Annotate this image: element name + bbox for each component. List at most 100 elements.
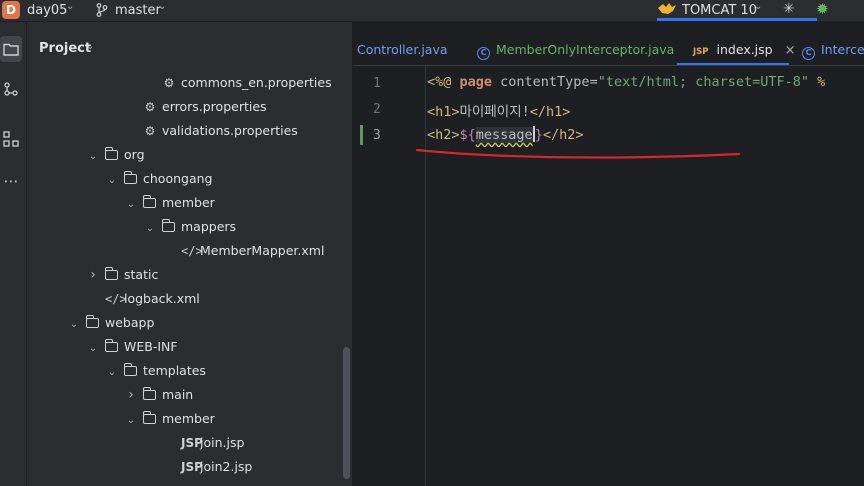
tab-label: Controller.java xyxy=(357,42,448,57)
jsp-file-icon: JSP xyxy=(693,47,709,57)
chevron-down-icon[interactable]: ⌄ xyxy=(106,361,118,385)
folder-icon xyxy=(85,315,99,328)
tab-close-icon[interactable]: × xyxy=(785,43,796,58)
tree-item[interactable]: ⌄ WEB-INF xyxy=(87,335,178,359)
tree-item[interactable]: ⌄ mappers xyxy=(144,215,236,239)
folder-icon xyxy=(142,195,156,208)
project-name[interactable]: day05 xyxy=(27,3,67,18)
folder-icon xyxy=(123,171,137,184)
chevron-right-icon[interactable]: › xyxy=(87,263,99,287)
properties-gear-icon: ⚙ xyxy=(144,124,156,138)
debug-bug-icon[interactable]: ✹ xyxy=(816,0,829,18)
tree-item[interactable]: › static xyxy=(87,263,158,287)
tree-item-label: main xyxy=(162,387,194,402)
chevron-right-icon[interactable]: › xyxy=(125,383,137,407)
project-chevron-down-icon[interactable]: ⌄ xyxy=(66,1,74,12)
java-class-icon: C xyxy=(477,47,490,60)
chevron-down-icon[interactable]: ⌄ xyxy=(87,145,99,169)
tree-item-label: commons_en.properties xyxy=(181,75,332,90)
jsp-file-icon: JSP xyxy=(181,436,203,450)
chevron-down-icon[interactable]: ⌄ xyxy=(68,313,80,337)
tab-interceptor[interactable]: C Intercep xyxy=(802,22,864,66)
tree-item[interactable]: ⚙ validations.properties xyxy=(125,119,298,143)
project-badge[interactable]: D xyxy=(2,1,20,19)
tool-window-strip: ⋯ xyxy=(0,22,27,486)
tree-item-label: mappers xyxy=(181,219,237,234)
chevron-down-icon[interactable]: ⌄ xyxy=(106,169,118,193)
tree-item-label: member xyxy=(162,195,215,210)
code-editor[interactable]: 1 2 3 <%@ page contentType="text/html; c… xyxy=(353,66,864,486)
run-config-chevron-down-icon[interactable]: ⌄ xyxy=(754,1,762,12)
loading-spinner-icon: ✳ xyxy=(783,1,795,17)
folder-icon xyxy=(104,147,118,160)
chevron-down-icon[interactable]: ⌄ xyxy=(125,409,137,433)
line-number: 1 xyxy=(373,76,381,91)
tree-item[interactable]: ⚙ errors.properties xyxy=(125,95,267,119)
xml-file-icon: </> xyxy=(105,292,127,306)
tree-item-label: validations.properties xyxy=(162,123,298,138)
more-tools-icon[interactable]: ⋯ xyxy=(0,168,22,194)
properties-gear-icon: ⚙ xyxy=(144,100,156,114)
code-line-1[interactable]: <%@ page contentType="text/html; charset… xyxy=(427,74,825,90)
code-line-3[interactable]: <h2>${message}</h2> xyxy=(427,126,583,143)
active-tab-indicator xyxy=(677,63,789,65)
folder-icon xyxy=(104,267,118,280)
xml-file-icon: </> xyxy=(181,244,203,258)
folder-icon xyxy=(123,363,137,376)
run-config-name[interactable]: TOMCAT 10 xyxy=(682,3,757,18)
tree-item-label: member xyxy=(162,411,215,426)
tree-item[interactable]: ⌄ choongang xyxy=(106,167,212,191)
tree-item-label: errors.properties xyxy=(162,99,267,114)
tree-item[interactable]: › main xyxy=(125,383,193,407)
editor-tab-bar: Controller.java C MemberOnlyInterceptor.j… xyxy=(353,22,864,66)
commit-icon[interactable] xyxy=(0,76,22,102)
tree-item-label: webapp xyxy=(105,315,155,330)
tree-item[interactable]: </>MemberMapper.xml xyxy=(163,239,324,263)
folder-icon xyxy=(161,219,175,232)
chevron-down-icon[interactable]: ⌄ xyxy=(144,217,156,241)
chevron-down-icon[interactable]: ⌄ xyxy=(125,193,137,217)
chevron-down-icon[interactable]: ⌄ xyxy=(87,337,99,361)
el-variable-message: message xyxy=(475,127,533,143)
tree-item-label: MemberMapper.xml xyxy=(200,243,325,258)
tree-item-label: choongang xyxy=(143,171,213,186)
tree-item-label: join2.jsp xyxy=(200,459,253,474)
tab-index-jsp[interactable]: JSP index.jsp × xyxy=(693,22,796,66)
tree-item-label: org xyxy=(124,147,145,162)
project-panel-title[interactable]: Project xyxy=(39,41,91,56)
tab-controller-java[interactable]: Controller.java xyxy=(357,22,448,66)
tree-item[interactable]: ⌄ templates xyxy=(106,359,206,383)
run-config-active-underline xyxy=(657,18,817,21)
line-number-current: 3 xyxy=(373,128,381,143)
folder-icon xyxy=(142,411,156,424)
tree-item[interactable]: JSPjoin.jsp xyxy=(163,431,244,455)
tree-item[interactable]: JSPjoin2.jsp xyxy=(163,455,252,479)
tab-member-only-interceptor-java[interactable]: C MemberOnlyInterceptor.java xyxy=(477,22,674,66)
folder-icon xyxy=(142,387,156,400)
tree-item[interactable]: </>logback.xml xyxy=(87,287,200,311)
tab-label: index.jsp xyxy=(716,42,773,57)
project-panel: Project ⌄ ⚙ commons_en.properties ⚙ errors.… xyxy=(27,22,353,486)
tree-item[interactable]: ⌄ member xyxy=(125,191,215,215)
jsp-file-icon: JSP xyxy=(181,460,203,474)
project-panel-chevron-down-icon[interactable]: ⌄ xyxy=(86,41,94,52)
code-line-2[interactable]: <h1>마이페이지!</h1> xyxy=(427,100,570,120)
vcs-change-marker xyxy=(360,125,363,145)
red-annotation-underline xyxy=(415,148,741,159)
tab-label: Intercep xyxy=(821,42,864,57)
tab-label: MemberOnlyInterceptor.java xyxy=(496,42,675,57)
tree-item[interactable]: ⌄ webapp xyxy=(68,311,154,335)
tree-item[interactable]: ⚙ commons_en.properties xyxy=(144,71,332,95)
structure-icon[interactable] xyxy=(0,126,22,152)
tree-item-label: logback.xml xyxy=(124,291,200,306)
gutter-separator xyxy=(425,66,426,486)
project-scrollbar[interactable] xyxy=(343,347,350,479)
tree-item[interactable]: ⌄ member xyxy=(125,407,215,431)
project-folder-icon[interactable] xyxy=(0,36,22,62)
branch-name[interactable]: master xyxy=(115,3,161,18)
line-number: 2 xyxy=(373,102,381,117)
tree-item[interactable]: ⌄ org xyxy=(87,143,145,167)
tree-item-label: templates xyxy=(143,363,206,378)
branch-icon xyxy=(96,3,108,17)
branch-chevron-down-icon[interactable]: ⌄ xyxy=(158,1,166,12)
